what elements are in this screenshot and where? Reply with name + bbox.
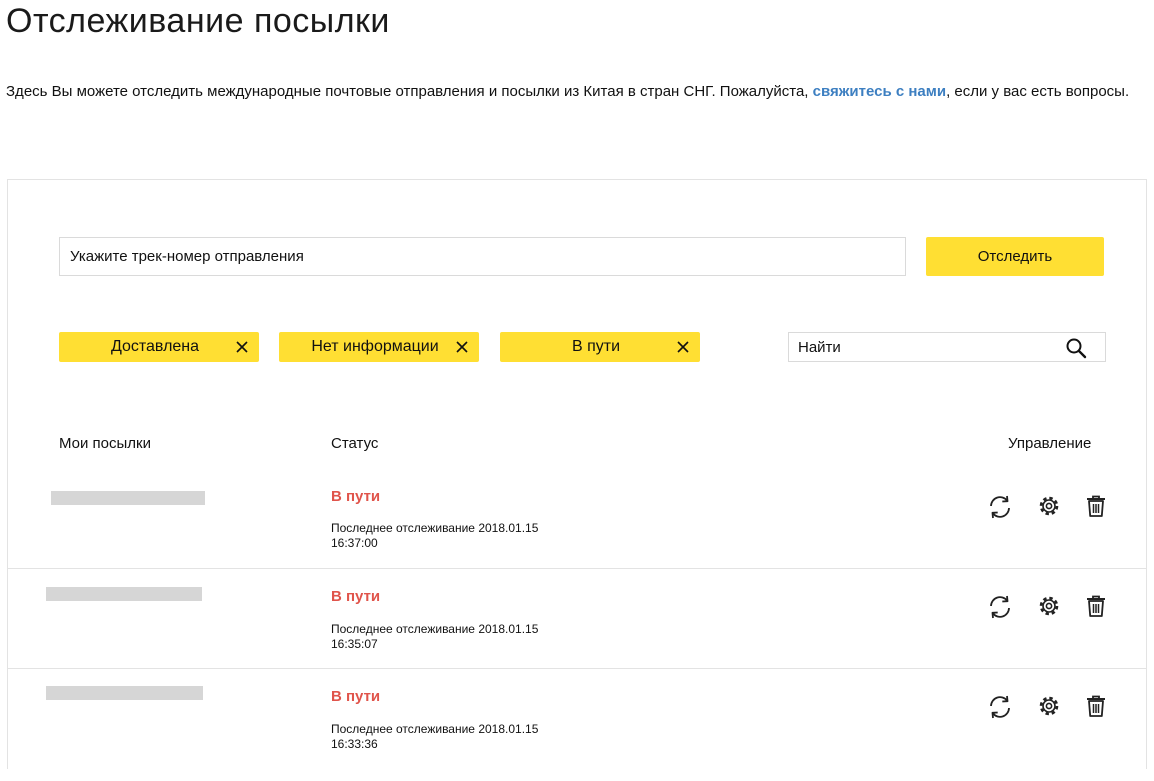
search-box	[788, 332, 1106, 362]
track-button[interactable]: Отследить	[926, 237, 1104, 276]
last-tracked-date: Последнее отслеживание 2018.01.15	[331, 722, 539, 736]
gear-icon[interactable]	[1036, 693, 1062, 719]
intro-text-end: , если у вас есть вопросы.	[946, 83, 1130, 100]
status-label: В пути	[331, 488, 381, 505]
filter-chip-label: Нет информации	[311, 338, 439, 355]
close-icon[interactable]	[454, 339, 470, 355]
trash-icon[interactable]	[1083, 593, 1109, 619]
intro-text-start: Здесь Вы можете отследить международные …	[6, 83, 813, 100]
search-icon[interactable]	[1065, 337, 1087, 359]
gear-icon[interactable]	[1036, 493, 1062, 519]
contact-us-link[interactable]: свяжитесь с нами	[813, 83, 946, 100]
last-tracked: Последнее отслеживание 2018.01.15 16:35:…	[331, 622, 538, 652]
parcel-row: В пути Последнее отслеживание 2018.01.15…	[8, 468, 1146, 568]
column-header-actions: Управление	[1008, 435, 1092, 452]
trash-icon[interactable]	[1083, 693, 1109, 719]
last-tracked-time: 16:33:36	[331, 737, 378, 751]
refresh-icon[interactable]	[987, 694, 1013, 720]
refresh-icon[interactable]	[987, 594, 1013, 620]
filter-chip-label: В пути	[571, 338, 621, 355]
tracking-number-redacted[interactable]	[51, 491, 205, 505]
tracking-number-redacted[interactable]	[46, 686, 203, 700]
filter-chip-delivered[interactable]: Доставлена	[59, 332, 259, 362]
gear-icon[interactable]	[1036, 593, 1062, 619]
filter-chip-label: Доставлена	[110, 338, 200, 355]
tracking-number-input[interactable]	[59, 237, 906, 276]
refresh-icon[interactable]	[987, 494, 1013, 520]
column-header-parcels: Мои посылки	[59, 435, 151, 452]
tracking-number-redacted[interactable]	[46, 587, 202, 601]
last-tracked-date: Последнее отслеживание 2018.01.15	[331, 622, 539, 636]
last-tracked-date: Последнее отслеживание 2018.01.15	[331, 521, 539, 535]
parcel-row: В пути Последнее отслеживание 2018.01.15…	[8, 568, 1146, 668]
intro-text: Здесь Вы можете отследить международные …	[6, 82, 1136, 101]
page-title: Отслеживание посылки	[6, 2, 390, 40]
tracking-panel: Отследить Доставлена Нет информации В пу…	[7, 179, 1147, 769]
last-tracked: Последнее отслеживание 2018.01.15 16:37:…	[331, 521, 538, 551]
parcel-row: В пути Последнее отслеживание 2018.01.15…	[8, 668, 1146, 768]
last-tracked-time: 16:37:00	[331, 536, 378, 550]
last-tracked-time: 16:35:07	[331, 637, 378, 651]
trash-icon[interactable]	[1083, 493, 1109, 519]
filter-chip-in-transit[interactable]: В пути	[500, 332, 700, 362]
status-label: В пути	[331, 588, 381, 605]
close-icon[interactable]	[675, 339, 691, 355]
status-label: В пути	[331, 688, 381, 705]
column-header-status: Статус	[331, 435, 379, 452]
last-tracked: Последнее отслеживание 2018.01.15 16:33:…	[331, 722, 538, 752]
search-input[interactable]	[789, 333, 1059, 361]
filter-chip-no-info[interactable]: Нет информации	[279, 332, 479, 362]
close-icon[interactable]	[234, 339, 250, 355]
